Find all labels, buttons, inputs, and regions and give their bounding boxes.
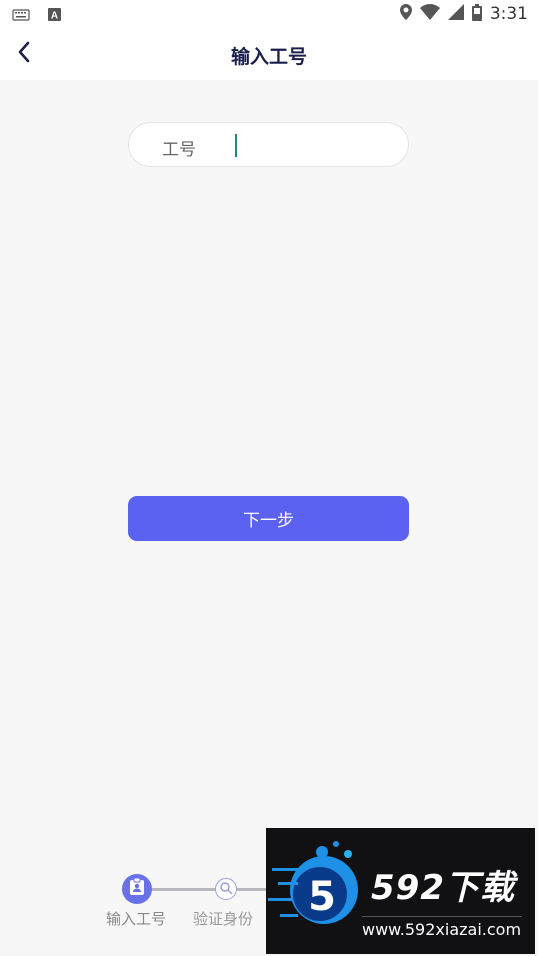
status-left: A	[12, 6, 61, 25]
step-1-label: 输入工号	[106, 910, 167, 928]
step-2-label: 验证身份	[193, 910, 254, 928]
watermark-logo: 5 592下载 www.592xiazai.com	[266, 828, 535, 954]
keyboard-icon	[12, 6, 30, 25]
font-notification-icon: A	[48, 6, 61, 25]
step-indicator: 输入工号 验证身份	[100, 872, 277, 932]
status-right: 3:31	[399, 3, 528, 25]
step-2-marker	[215, 878, 237, 900]
battery-icon	[471, 3, 482, 25]
svg-text:A: A	[51, 11, 58, 22]
signal-icon	[447, 4, 464, 24]
wifi-icon	[419, 4, 440, 24]
id-badge-icon	[129, 877, 145, 900]
watermark-brand: 592下载	[371, 868, 515, 908]
logo-circle-icon: 5	[268, 841, 358, 924]
employee-id-field[interactable]: 工号	[128, 122, 409, 167]
location-icon	[399, 4, 412, 24]
status-bar: A 3:31	[0, 0, 538, 28]
text-caret	[235, 134, 237, 157]
status-time: 3:31	[489, 4, 528, 24]
employee-id-input[interactable]	[229, 129, 399, 161]
next-step-button[interactable]: 下一步	[128, 496, 409, 541]
logo-digit: 5	[308, 874, 336, 920]
page-title: 输入工号	[230, 46, 307, 68]
employee-id-label: 工号	[162, 140, 196, 160]
step-connector	[152, 888, 215, 891]
watermark-url: www.592xiazai.com	[362, 920, 522, 939]
step-1-marker	[122, 874, 152, 904]
search-icon	[219, 880, 233, 899]
watermark-divider	[362, 916, 522, 917]
app-bar: 输入工号	[0, 28, 538, 80]
